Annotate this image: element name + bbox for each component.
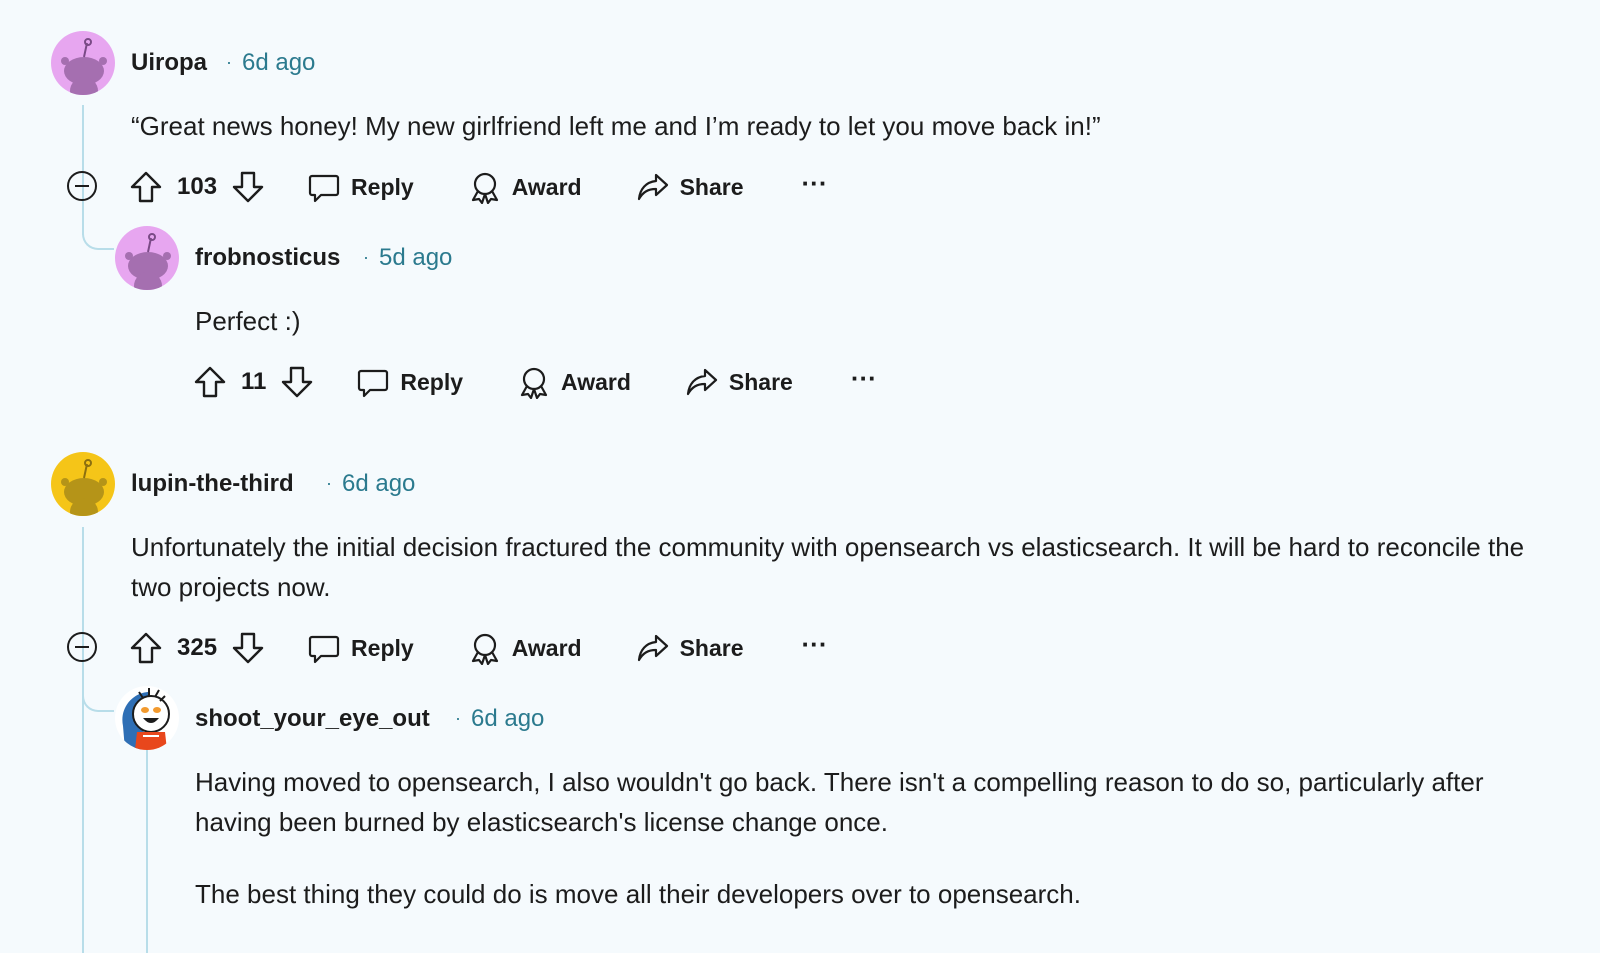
downvote-arrow-icon	[232, 171, 264, 203]
share-button[interactable]: Share	[636, 170, 744, 204]
comment-timestamp[interactable]: · 6d ago	[226, 49, 315, 77]
thread-line[interactable]	[82, 527, 84, 953]
comment-author[interactable]: frobnosticus	[195, 244, 340, 272]
downvote-arrow-icon	[232, 632, 264, 664]
upvote-arrow-icon	[194, 366, 226, 398]
upvote-arrow-icon	[130, 171, 162, 203]
comment-actions: 325 Reply Award Share ···	[129, 626, 828, 670]
comment-bubble-icon	[308, 635, 340, 664]
reply-label: Reply	[400, 368, 464, 395]
timestamp-text: 6d ago	[342, 470, 416, 497]
downvote-button[interactable]	[231, 631, 265, 665]
comment-author[interactable]: lupin-the-third	[131, 470, 294, 498]
award-icon	[520, 367, 548, 399]
more-options-button[interactable]: ···	[802, 168, 828, 199]
avatar[interactable]	[51, 31, 115, 95]
thread-elbow	[82, 222, 114, 250]
share-label: Share	[728, 368, 793, 395]
more-options-button[interactable]: ···	[851, 363, 877, 394]
share-label: Share	[679, 173, 744, 200]
share-button[interactable]: Share	[636, 631, 744, 665]
award-icon	[471, 172, 498, 204]
comment-timestamp[interactable]: · 6d ago	[326, 470, 415, 498]
snoo-avatar-icon	[51, 31, 115, 95]
comment-author[interactable]: Uiropa	[131, 49, 207, 77]
collapse-thread-button[interactable]	[67, 632, 97, 662]
timestamp-text: 6d ago	[242, 49, 316, 76]
reply-button[interactable]: Reply	[356, 365, 463, 399]
share-label: Share	[679, 634, 744, 661]
thread-elbow	[82, 684, 114, 712]
comment-body: Having moved to opensearch, I also would…	[195, 762, 1495, 914]
comment-paragraph: “Great news honey! My new girlfriend lef…	[131, 111, 1101, 141]
award-button[interactable]: Award	[468, 631, 582, 665]
thread-line[interactable]	[82, 105, 84, 235]
comment-body: Unfortunately the initial decision fract…	[131, 527, 1551, 607]
reply-label: Reply	[351, 173, 414, 200]
timestamp-text: 6d ago	[471, 705, 545, 732]
snoo-avatar-icon	[115, 226, 179, 290]
comment-bubble-icon	[358, 369, 389, 398]
comment-paragraph: The best thing they could do is move all…	[195, 879, 1081, 909]
upvote-button[interactable]	[129, 631, 163, 665]
downvote-button[interactable]	[231, 170, 265, 204]
upvote-arrow-icon	[130, 632, 162, 664]
downvote-button[interactable]	[280, 365, 314, 399]
share-arrow-icon	[637, 634, 668, 662]
reply-button[interactable]: Reply	[307, 631, 414, 665]
award-label: Award	[511, 173, 582, 200]
thread-line[interactable]	[146, 750, 148, 953]
separator-dot: ·	[455, 708, 461, 728]
avatar[interactable]	[115, 226, 179, 290]
snoo-astronaut-avatar-icon	[115, 686, 179, 750]
upvote-button[interactable]	[129, 170, 163, 204]
vote-count: 103	[177, 173, 218, 200]
comment-body: Perfect :)	[195, 301, 1545, 341]
comment-thread: Uiropa · 6d ago “Great news honey! My new…	[0, 0, 1600, 953]
comment-paragraph: Unfortunately the initial decision fract…	[131, 532, 1525, 602]
separator-dot: ·	[326, 473, 332, 493]
comment-author[interactable]: shoot_your_eye_out	[195, 705, 430, 733]
share-button[interactable]: Share	[685, 365, 793, 399]
collapse-thread-button[interactable]	[67, 171, 97, 201]
avatar[interactable]	[115, 686, 179, 750]
share-arrow-icon	[637, 173, 668, 201]
comment-timestamp[interactable]: · 6d ago	[455, 705, 544, 733]
share-arrow-icon	[686, 368, 718, 396]
comment-bubble-icon	[308, 174, 340, 203]
avatar[interactable]	[51, 452, 115, 516]
comment-actions: 11 Reply Award Share ···	[193, 360, 877, 404]
comment-paragraph: Perfect :)	[195, 306, 301, 336]
upvote-button[interactable]	[193, 365, 227, 399]
reply-label: Reply	[351, 634, 414, 661]
snoo-avatar-icon	[51, 452, 115, 516]
award-icon	[471, 633, 498, 665]
comment-paragraph: Having moved to opensearch, I also would…	[195, 767, 1484, 837]
more-options-button[interactable]: ···	[802, 629, 828, 660]
timestamp-text: 5d ago	[379, 244, 453, 271]
award-button[interactable]: Award	[468, 170, 582, 204]
vote-count: 11	[241, 368, 267, 395]
comment-timestamp[interactable]: · 5d ago	[363, 244, 452, 272]
award-label: Award	[511, 634, 582, 661]
reply-button[interactable]: Reply	[307, 170, 414, 204]
comment-actions: 103 Reply Award Share ···	[129, 165, 828, 209]
downvote-arrow-icon	[282, 366, 313, 398]
vote-count: 325	[177, 634, 218, 661]
award-label: Award	[561, 368, 631, 395]
separator-dot: ·	[363, 247, 369, 267]
award-button[interactable]: Award	[517, 365, 631, 399]
separator-dot: ·	[226, 52, 232, 72]
comment-body: “Great news honey! My new girlfriend lef…	[131, 106, 1551, 146]
